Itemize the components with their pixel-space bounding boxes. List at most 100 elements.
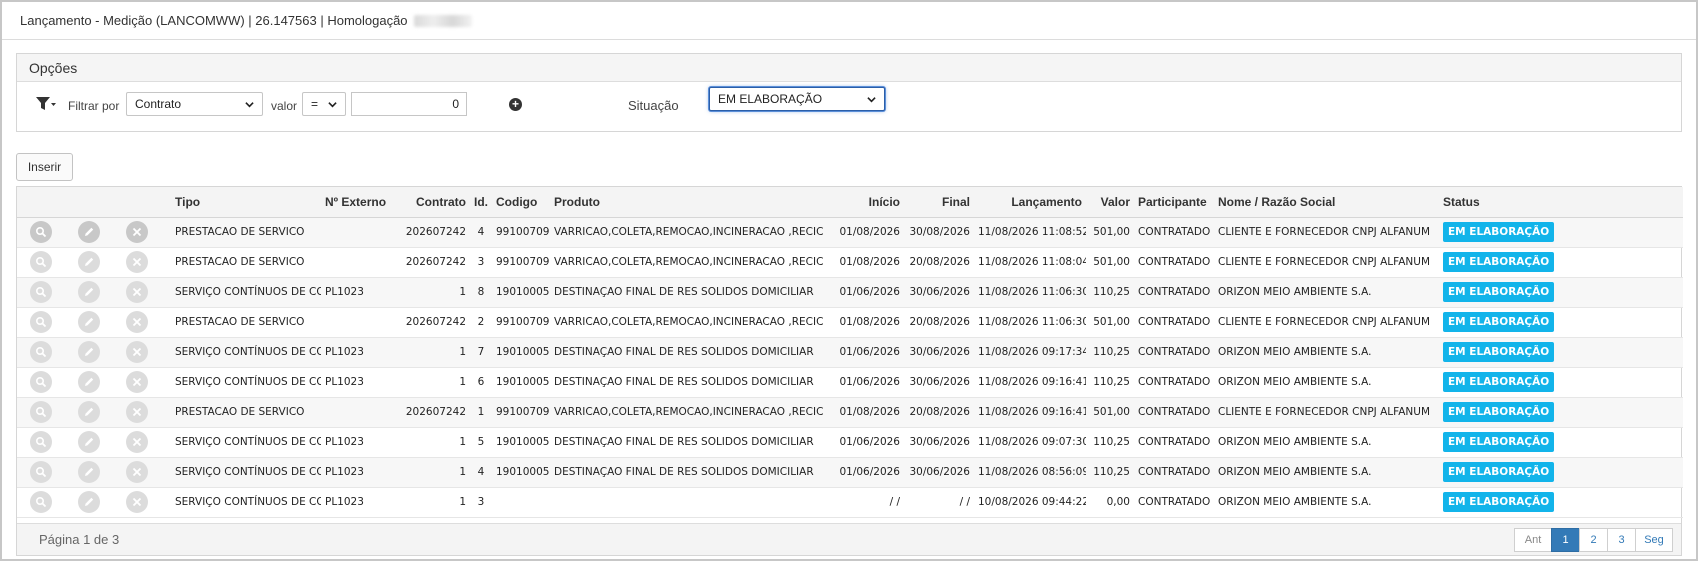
close-icon[interactable]	[126, 341, 148, 363]
pencil-icon[interactable]	[78, 431, 100, 453]
table-row[interactable]: SERVIÇO CONTÍNUOS DE COLETAPL10231819010…	[17, 277, 1683, 308]
search-icon[interactable]	[30, 371, 52, 393]
pencil-icon[interactable]	[78, 251, 100, 273]
cell-participante: CONTRATADO	[1134, 307, 1214, 338]
table-row[interactable]: SERVIÇO CONTÍNUOS DE COLETAPL10231719010…	[17, 337, 1683, 368]
col-nome[interactable]: Nome / Razão Social	[1214, 187, 1429, 218]
col-externo[interactable]: Nº Externo	[321, 187, 396, 218]
table-row[interactable]: PRESTACAO DE SERVICO 202607242 4 99100709 VA…	[17, 217, 1683, 248]
page-2-button[interactable]: 2	[1579, 528, 1608, 552]
close-icon[interactable]	[126, 281, 148, 303]
status-badge: EM ELABORAÇÃO	[1443, 402, 1555, 422]
pencil-icon[interactable]	[78, 491, 100, 513]
row-action-cell	[17, 307, 65, 338]
pencil-icon[interactable]	[78, 311, 100, 333]
search-icon[interactable]	[30, 341, 52, 363]
col-produto[interactable]: Produto	[550, 187, 824, 218]
cell-nome: CLIENTE E FORNECEDOR CNPJ ALFANUMERICO	[1214, 307, 1429, 338]
close-icon[interactable]	[126, 461, 148, 483]
cell-valor: 0,00	[1086, 487, 1134, 518]
col-codigo[interactable]: Codigo	[492, 187, 550, 218]
cell-codigo: 19010005	[492, 277, 550, 308]
col-lancamento[interactable]: Lançamento	[974, 187, 1086, 218]
cell-codigo: 19010005	[492, 427, 550, 458]
plus-circle-icon[interactable]: +	[509, 98, 522, 111]
close-icon[interactable]	[126, 251, 148, 273]
search-icon[interactable]	[30, 311, 52, 333]
table-row[interactable]: PRESTACAO DE SERVICO 202607242 2 99100709 VA…	[17, 307, 1683, 338]
col-action-delete	[113, 187, 161, 218]
col-tipo[interactable]: Tipo	[161, 187, 321, 218]
search-icon[interactable]	[30, 401, 52, 423]
cell-valor: 110,25	[1086, 277, 1134, 308]
page-prev-button[interactable]: Ant	[1514, 528, 1552, 552]
chevron-down-icon	[245, 101, 254, 107]
search-icon[interactable]	[30, 251, 52, 273]
close-icon[interactable]	[126, 311, 148, 333]
cell-externo: PL1023	[321, 427, 396, 458]
cell-lancamento: 11/08/2026 11:06:30	[974, 277, 1086, 308]
col-valor[interactable]: Valor	[1086, 187, 1134, 218]
pencil-icon[interactable]	[78, 401, 100, 423]
col-inicio[interactable]: Início	[824, 187, 904, 218]
operator-select[interactable]: =	[302, 92, 346, 116]
table-row[interactable]: PRESTACAO DE SERVICO 202607242 3 99100709 VA…	[17, 247, 1683, 278]
options-panel: Opções Filtrar por Contrato valor = + Si…	[16, 53, 1682, 132]
page-3-button[interactable]: 3	[1607, 528, 1636, 552]
table-row[interactable]: SERVIÇO CONTÍNUOS DE COLETAPL10231619010…	[17, 367, 1683, 398]
close-icon[interactable]	[126, 431, 148, 453]
filter-value-input[interactable]	[351, 92, 467, 116]
cell-externo	[321, 397, 396, 428]
situacao-select[interactable]: EM ELABORAÇÃO	[709, 87, 885, 111]
search-icon[interactable]	[30, 221, 52, 243]
close-icon[interactable]	[126, 401, 148, 423]
search-icon[interactable]	[30, 431, 52, 453]
row-action-cell	[65, 247, 113, 278]
insert-button[interactable]: Inserir	[16, 153, 73, 181]
pencil-icon[interactable]	[78, 341, 100, 363]
table-row[interactable]: SERVIÇO CONTÍNUOS DE COLETAPL10231419010…	[17, 457, 1683, 488]
cell-id: 7	[470, 337, 492, 368]
close-icon[interactable]	[126, 491, 148, 513]
cell-inicio: 01/06/2026	[824, 337, 904, 368]
cell-valor: 110,25	[1086, 427, 1134, 458]
pencil-icon[interactable]	[78, 461, 100, 483]
filter-by-label: Filtrar por	[68, 99, 120, 113]
close-icon[interactable]	[126, 221, 148, 243]
table-row[interactable]: SERVIÇO CONTÍNUOS DE COLETAPL102313 / // …	[17, 487, 1683, 518]
row-action-cell	[113, 217, 161, 248]
table-row[interactable]: PRESTACAO DE SERVICO 202607242 1 99100709 VA…	[17, 397, 1683, 428]
table-row[interactable]: SERVIÇO CONTÍNUOS DE COLETAPL10231519010…	[17, 427, 1683, 458]
col-status[interactable]: Status	[1429, 187, 1683, 218]
cell-nome: CLIENTE E FORNECEDOR CNPJ ALFANUMERICO	[1214, 397, 1429, 428]
pencil-icon[interactable]	[78, 281, 100, 303]
col-contrato[interactable]: Contrato	[396, 187, 470, 218]
row-action-cell	[113, 427, 161, 458]
status-badge: EM ELABORAÇÃO	[1443, 342, 1555, 362]
page-1-button[interactable]: 1	[1551, 528, 1580, 552]
col-participante[interactable]: Participante	[1134, 187, 1214, 218]
cell-inicio: 01/06/2026	[824, 457, 904, 488]
cell-contrato: 1	[396, 427, 470, 458]
page-next-button[interactable]: Seg	[1635, 528, 1673, 552]
cell-final: 30/06/2026	[904, 337, 974, 368]
cell-inicio: 01/08/2026	[824, 247, 904, 278]
col-id[interactable]: Id.	[470, 187, 492, 218]
funnel-icon[interactable]	[35, 94, 57, 114]
pencil-icon[interactable]	[78, 221, 100, 243]
cell-tipo: SERVIÇO CONTÍNUOS DE COLETA	[161, 337, 321, 368]
close-icon[interactable]	[126, 371, 148, 393]
search-icon[interactable]	[30, 491, 52, 513]
cell-tipo: PRESTACAO DE SERVICO	[161, 397, 321, 428]
cell-codigo: 99100709	[492, 307, 550, 338]
col-final[interactable]: Final	[904, 187, 974, 218]
row-action-cell	[113, 337, 161, 368]
cell-tipo: PRESTACAO DE SERVICO	[161, 307, 321, 338]
cell-lancamento: 11/08/2026 09:16:41	[974, 397, 1086, 428]
cell-tipo: SERVIÇO CONTÍNUOS DE COLETA	[161, 457, 321, 488]
pencil-icon[interactable]	[78, 371, 100, 393]
cell-nome: ORIZON MEIO AMBIENTE S.A.	[1214, 337, 1429, 368]
search-icon[interactable]	[30, 281, 52, 303]
search-icon[interactable]	[30, 461, 52, 483]
filter-field-select[interactable]: Contrato	[126, 92, 263, 116]
